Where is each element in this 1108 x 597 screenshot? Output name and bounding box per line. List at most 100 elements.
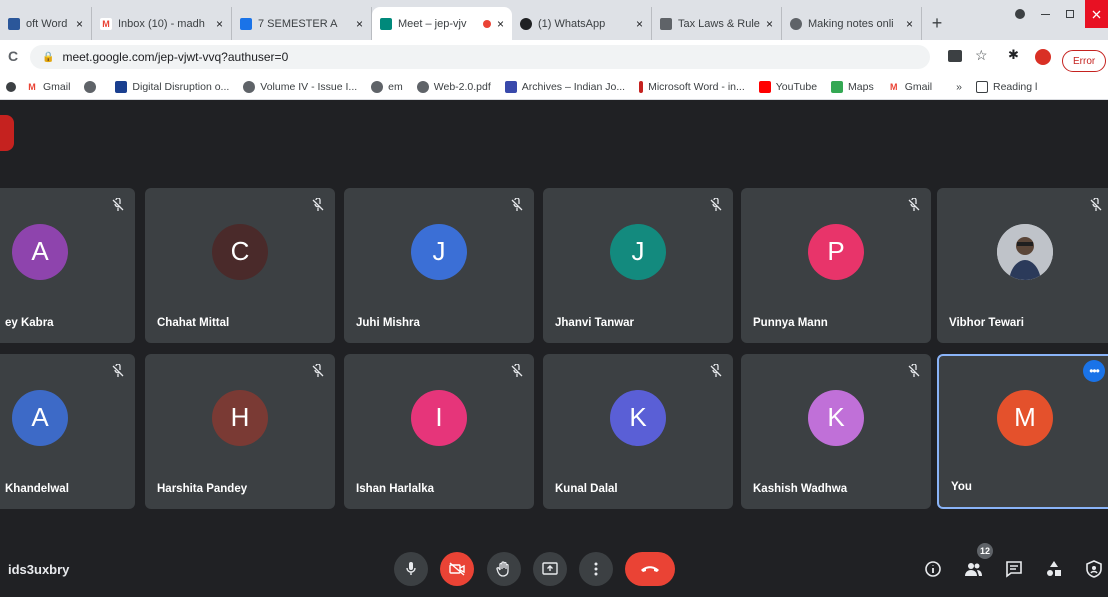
avatar[interactable] <box>1035 49 1051 65</box>
tab-label: Making notes onli <box>808 17 894 30</box>
shield-icon <box>1086 560 1102 578</box>
leave-call-button[interactable] <box>625 552 675 586</box>
screen: oft Word - × M Inbox (10) - madh × 7 SEM… <box>0 0 1108 597</box>
bookmark-youtube[interactable]: YouTube <box>758 80 818 93</box>
close-icon[interactable]: × <box>766 17 773 31</box>
chat-button[interactable] <box>1003 558 1025 580</box>
avatar: M <box>997 389 1053 446</box>
participant-tile[interactable]: A ey Kabra <box>0 188 135 343</box>
profile-dot-icon[interactable] <box>1010 0 1030 28</box>
microphone-button[interactable] <box>394 552 428 586</box>
participant-tile[interactable]: I Ishan Harlalka <box>344 354 534 509</box>
tab-making-notes[interactable]: Making notes onli × <box>782 7 922 40</box>
tab-whatsapp[interactable]: (1) WhatsApp × <box>512 7 652 40</box>
bookmark-microsoft-word[interactable]: Microsoft Word - in... <box>639 80 745 93</box>
extensions-icon[interactable]: ✱ <box>1008 47 1019 63</box>
bookmark-web20[interactable]: Web-2.0.pdf <box>416 80 491 93</box>
meet-icon <box>380 17 392 30</box>
close-icon[interactable]: × <box>636 17 643 31</box>
url-field[interactable]: 🔒 meet.google.com/jep-vjwt-vvq?authuser=… <box>30 45 930 69</box>
participant-tile[interactable]: Vibhor Tewari <box>937 188 1108 343</box>
avatar: J <box>610 223 666 280</box>
bookmark-label: YouTube <box>775 80 818 93</box>
people-icon <box>965 563 982 576</box>
bookmark-archives[interactable]: Archives – Indian Jo... <box>504 80 625 93</box>
participant-tile[interactable]: H Harshita Pandey <box>145 354 335 509</box>
star-icon[interactable]: ☆ <box>975 47 988 64</box>
close-icon[interactable]: × <box>356 17 363 31</box>
participant-tile[interactable]: A Khandelwal <box>0 354 135 509</box>
reload-icon[interactable]: C <box>8 48 18 64</box>
avatar: A <box>12 389 68 446</box>
participant-name: ey Kabra <box>5 317 54 329</box>
address-bar-row: C 🔒 meet.google.com/jep-vjwt-vvq?authuse… <box>0 40 1108 74</box>
tab-label: Tax Laws & Rules <box>678 17 760 30</box>
tab-tax-laws[interactable]: Tax Laws & Rules × <box>652 7 782 40</box>
globe-icon <box>790 17 802 30</box>
self-tile[interactable]: ••• M You <box>937 354 1108 509</box>
bookmark-digital-disruption[interactable]: Digital Disruption o... <box>115 80 229 93</box>
mic-off-icon <box>511 198 523 211</box>
bookmarks-overflow-button[interactable]: » <box>956 81 962 93</box>
bookmark-gmail[interactable]: M Gmail <box>26 81 70 93</box>
participant-name: Jhanvi Tanwar <box>555 317 635 329</box>
participant-tile[interactable]: P Punnya Mann <box>741 188 931 343</box>
bookmark-label: em <box>388 80 403 93</box>
apps-icon[interactable] <box>4 81 18 92</box>
bookmark-maps[interactable]: Maps <box>831 80 874 93</box>
bookmark-label: Microsoft Word - in... <box>648 80 745 93</box>
participant-name: Kunal Dalal <box>555 483 618 495</box>
site-icon <box>639 80 644 93</box>
participant-tile[interactable]: K Kashish Wadhwa <box>741 354 931 509</box>
presenting-indicator <box>0 115 14 151</box>
bookmark-gmail-2[interactable]: M Gmail <box>888 81 932 93</box>
bookmark-globe[interactable] <box>84 80 101 93</box>
tab-word[interactable]: oft Word - × <box>0 7 92 40</box>
close-icon[interactable]: × <box>497 17 504 31</box>
more-options-button[interactable] <box>579 552 613 586</box>
participant-tile[interactable]: J Juhi Mishra <box>344 188 534 343</box>
participant-name: Juhi Mishra <box>356 317 420 329</box>
tab-strip: oft Word - × M Inbox (10) - madh × 7 SEM… <box>0 0 1108 40</box>
classroom-icon <box>240 17 252 30</box>
tab-label: 7 SEMESTER A <box>258 17 338 30</box>
participant-name: Ishan Harlalka <box>356 483 434 495</box>
bookmark-em[interactable]: em <box>371 80 403 93</box>
minimize-icon[interactable] <box>1035 0 1055 28</box>
meeting-details-button[interactable] <box>922 558 944 580</box>
reading-list-label: Reading l <box>992 80 1038 93</box>
participant-count-badge: 12 <box>977 543 993 559</box>
gmail-icon: M <box>100 17 112 30</box>
close-icon[interactable]: × <box>76 17 83 31</box>
maximize-icon[interactable] <box>1060 0 1080 28</box>
tab-meet[interactable]: Meet – jep-vjv × <box>372 7 512 40</box>
present-screen-button[interactable] <box>533 552 567 586</box>
more-options-button[interactable]: ••• <box>1083 360 1105 382</box>
camera-button[interactable] <box>440 552 474 586</box>
reading-list-button[interactable]: Reading l <box>975 80 1038 93</box>
participant-tile[interactable]: K Kunal Dalal <box>543 354 733 509</box>
hand-icon <box>496 561 509 577</box>
tab-label: Meet – jep-vjv <box>398 17 467 30</box>
participant-tile[interactable]: J Jhanvi Tanwar <box>543 188 733 343</box>
activities-button[interactable] <box>1043 558 1065 580</box>
end-call-icon <box>641 566 659 572</box>
camera-icon[interactable] <box>948 50 962 62</box>
close-icon[interactable]: × <box>906 17 913 31</box>
info-icon <box>925 561 941 577</box>
bookmark-volume-iv[interactable]: Volume IV - Issue I... <box>243 80 358 93</box>
people-button[interactable] <box>962 558 984 580</box>
participant-name: Harshita Pandey <box>157 483 248 495</box>
raise-hand-button[interactable] <box>487 552 521 586</box>
error-button[interactable]: Error <box>1062 50 1107 72</box>
window-close-icon[interactable] <box>1085 0 1108 28</box>
host-controls-button[interactable] <box>1083 558 1105 580</box>
participant-tile[interactable]: C Chahat Mittal <box>145 188 335 343</box>
avatar: H <box>212 389 268 446</box>
gmail-icon: M <box>889 81 898 92</box>
tab-inbox[interactable]: M Inbox (10) - madh × <box>92 7 232 40</box>
bookmark-label: Volume IV - Issue I... <box>260 80 358 93</box>
close-icon[interactable]: × <box>216 17 223 31</box>
tab-semester[interactable]: 7 SEMESTER A × <box>232 7 372 40</box>
new-tab-button[interactable]: + <box>922 7 952 40</box>
